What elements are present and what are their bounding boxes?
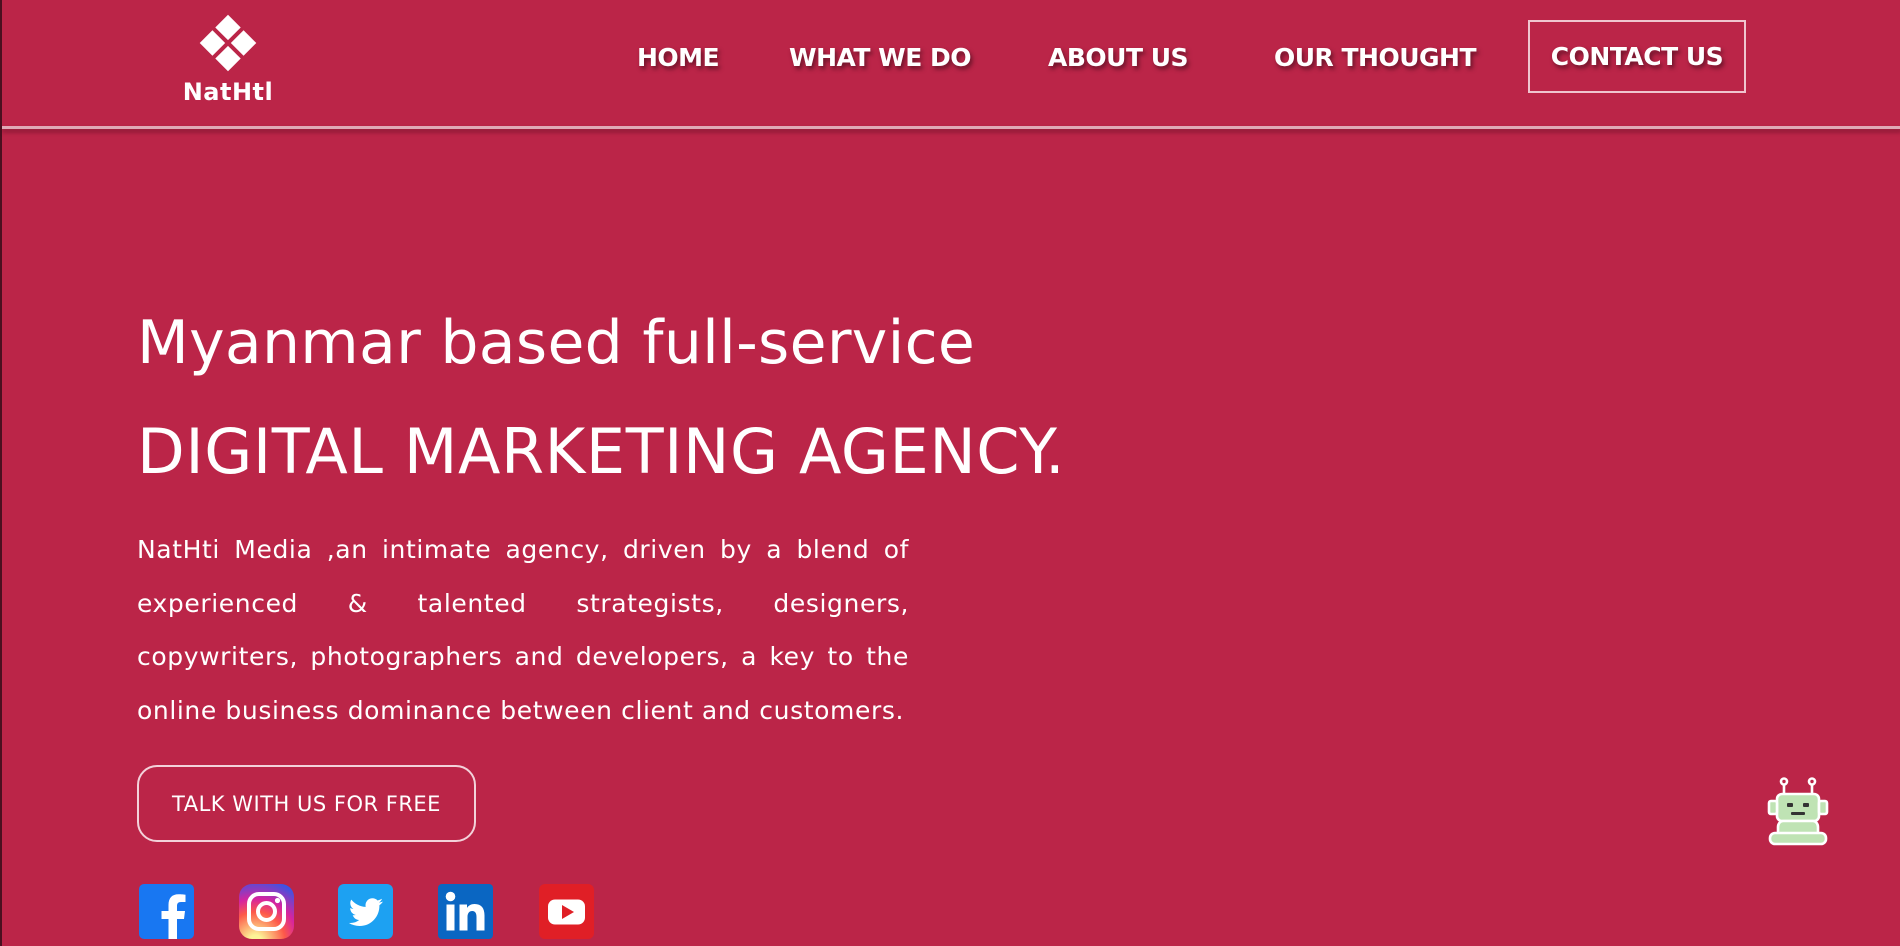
site-header: NatHtl HOME WHAT WE DO ABOUT US OUR THOU… [2, 0, 1900, 126]
twitter-icon[interactable] [338, 884, 393, 939]
chatbot-robot-icon[interactable] [1764, 775, 1832, 847]
nav-what-we-do[interactable]: WHAT WE DO [789, 43, 972, 72]
brand-logo[interactable]: NatHtl [178, 12, 278, 112]
hero-subtitle: Myanmar based full-service [137, 308, 976, 378]
brand-name: NatHtl [182, 78, 274, 106]
nav-our-thought[interactable]: OUR THOUGHT [1274, 43, 1477, 72]
hero-title: DIGITAL MARKETING AGENCY. [137, 415, 1066, 488]
diamond-logo-icon [199, 14, 257, 72]
facebook-icon[interactable] [139, 884, 194, 939]
youtube-icon[interactable] [539, 884, 594, 939]
instagram-icon[interactable] [239, 884, 294, 939]
landing-page: NatHtl HOME WHAT WE DO ABOUT US OUR THOU… [0, 0, 1900, 946]
nav-home[interactable]: HOME [637, 43, 720, 72]
hero-description: NatHti Media ,an intimate agency, driven… [137, 535, 909, 725]
talk-with-us-button[interactable]: TALK WITH US FOR FREE [137, 765, 476, 842]
header-divider [2, 126, 1900, 129]
nav-about-us[interactable]: ABOUT US [1048, 43, 1189, 72]
linkedin-icon[interactable] [438, 884, 493, 939]
nav-contact-us-button[interactable]: CONTACT US [1528, 20, 1746, 93]
